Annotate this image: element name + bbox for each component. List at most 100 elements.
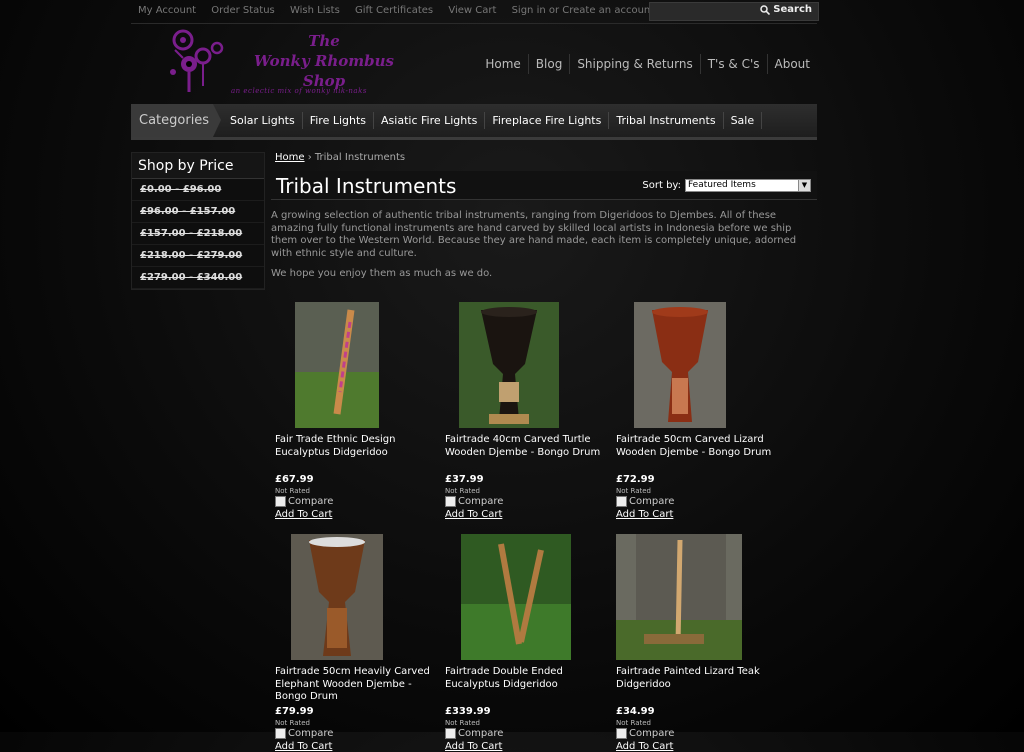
add-to-cart-link[interactable]: Add To Cart <box>445 509 610 520</box>
category-fire-lights[interactable]: Fire Lights <box>303 112 375 129</box>
view-cart-link[interactable]: View Cart <box>448 5 496 16</box>
nav-terms[interactable]: T's & C's <box>699 54 767 74</box>
main-content: Home › Tribal Instruments Tribal Instrum… <box>271 152 817 752</box>
didgeridoo-image <box>616 534 742 660</box>
logo-line-2: Wonky Rhombus <box>254 52 394 70</box>
category-list: Solar Lights Fire Lights Asiatic Fire Li… <box>223 112 763 129</box>
compare-label: Compare <box>458 728 504 739</box>
product-price: £67.99 <box>275 474 314 485</box>
breadcrumb-home[interactable]: Home <box>275 152 305 163</box>
gift-certificates-link[interactable]: Gift Certificates <box>355 5 433 16</box>
compare-checkbox[interactable]: Compare <box>616 728 781 739</box>
djembe-image <box>291 534 383 660</box>
checkbox-box[interactable] <box>445 728 456 739</box>
add-to-cart-link[interactable]: Add To Cart <box>616 741 781 752</box>
djembe-image <box>459 302 559 428</box>
checkbox-box[interactable] <box>275 728 286 739</box>
product-name[interactable]: Fairtrade 50cm Carved Lizard Wooden Djem… <box>616 434 781 472</box>
sign-in-link[interactable]: Sign in or Create an account <box>512 5 655 16</box>
my-account-link[interactable]: My Account <box>138 5 196 16</box>
product-price: £339.99 <box>445 706 491 717</box>
shop-by-price-sidebar: Shop by Price £0.00 - £96.00 £96.00 - £1… <box>131 152 265 290</box>
site-header: The Wonky Rhombus Shop an eclectic mix o… <box>131 24 817 105</box>
page-wrapper: My Account Order Status Wish Lists Gift … <box>131 0 819 752</box>
breadcrumb-separator: › <box>307 152 315 163</box>
category-asiatic-fire-lights[interactable]: Asiatic Fire Lights <box>374 112 486 129</box>
wish-lists-link[interactable]: Wish Lists <box>290 5 340 16</box>
product-rating: Not Rated <box>275 487 310 495</box>
nav-blog[interactable]: Blog <box>527 54 570 74</box>
checkbox-box[interactable] <box>616 496 627 507</box>
product-price: £79.99 <box>275 706 314 717</box>
djembe-image <box>634 302 726 428</box>
logo-line-1: The <box>308 32 340 50</box>
logo-swirl-icon <box>170 29 224 92</box>
product-card: Fairtrade 50cm Heavily Carved Elephant W… <box>275 534 440 752</box>
add-to-cart-link[interactable]: Add To Cart <box>616 509 781 520</box>
product-image[interactable] <box>634 302 726 428</box>
compare-checkbox[interactable]: Compare <box>275 496 440 507</box>
product-rating: Not Rated <box>445 719 480 727</box>
category-tribal-instruments[interactable]: Tribal Instruments <box>609 112 724 129</box>
product-card: Fairtrade 50cm Carved Lizard Wooden Djem… <box>616 302 781 520</box>
product-price: £72.99 <box>616 474 655 485</box>
product-image[interactable] <box>291 534 383 660</box>
sort-label: Sort by: <box>642 180 681 191</box>
category-solar-lights[interactable]: Solar Lights <box>223 112 303 129</box>
checkbox-box[interactable] <box>275 496 286 507</box>
add-to-cart-link[interactable]: Add To Cart <box>445 741 610 752</box>
sort-select[interactable]: Featured Items <box>685 179 811 192</box>
product-name[interactable]: Fairtrade Painted Lizard Teak Didgeridoo <box>616 666 781 704</box>
checkbox-box[interactable] <box>616 728 627 739</box>
compare-label: Compare <box>629 728 675 739</box>
product-image[interactable] <box>459 302 559 428</box>
price-range-link[interactable]: £157.00 - £218.00 <box>132 223 264 245</box>
main-nav: Home Blog Shipping & Returns T's & C's A… <box>478 54 817 74</box>
didgeridoo-image <box>461 534 571 660</box>
nav-about[interactable]: About <box>766 54 817 74</box>
add-to-cart-link[interactable]: Add To Cart <box>275 509 440 520</box>
product-image[interactable] <box>461 534 571 660</box>
search-box: Search <box>649 2 819 21</box>
search-button[interactable]: Search <box>760 4 812 15</box>
top-bar: My Account Order Status Wish Lists Gift … <box>131 0 819 24</box>
add-to-cart-link[interactable]: Add To Cart <box>275 741 440 752</box>
description-paragraph: A growing selection of authentic tribal … <box>271 210 797 259</box>
sort-control: Sort by: Featured Items <box>642 179 811 192</box>
product-price: £37.99 <box>445 474 484 485</box>
categories-label: Categories <box>131 104 221 137</box>
compare-checkbox[interactable]: Compare <box>445 496 610 507</box>
compare-label: Compare <box>288 496 334 507</box>
price-range-link[interactable]: £0.00 - £96.00 <box>132 179 264 201</box>
logo-tagline: an eclectic mix of wonky nik-naks <box>231 87 367 95</box>
compare-label: Compare <box>629 496 675 507</box>
product-card: Fair Trade Ethnic Design Eucalyptus Didg… <box>275 302 440 520</box>
product-rating: Not Rated <box>445 487 480 495</box>
page-title: Tribal Instruments <box>276 174 457 198</box>
product-rating: Not Rated <box>616 719 651 727</box>
product-name[interactable]: Fairtrade Double Ended Eucalyptus Didger… <box>445 666 610 704</box>
site-logo[interactable]: The Wonky Rhombus Shop an eclectic mix o… <box>165 26 415 100</box>
order-status-link[interactable]: Order Status <box>211 5 274 16</box>
product-image[interactable] <box>295 302 379 428</box>
category-header: Tribal Instruments Sort by: Featured Ite… <box>271 171 817 200</box>
compare-checkbox[interactable]: Compare <box>275 728 440 739</box>
price-range-link[interactable]: £218.00 - £279.00 <box>132 245 264 267</box>
search-icon <box>760 4 771 15</box>
price-range-link[interactable]: £279.00 - £340.00 <box>132 267 264 289</box>
product-card: Fairtrade Painted Lizard Teak Didgeridoo… <box>616 534 781 752</box>
compare-checkbox[interactable]: Compare <box>616 496 781 507</box>
didgeridoo-image <box>295 302 379 428</box>
price-range-link[interactable]: £96.00 - £157.00 <box>132 201 264 223</box>
nav-home[interactable]: Home <box>478 54 527 74</box>
category-sale[interactable]: Sale <box>724 112 763 129</box>
category-fireplace-fire-lights[interactable]: Fireplace Fire Lights <box>485 112 610 129</box>
search-input[interactable] <box>652 4 766 19</box>
nav-shipping-returns[interactable]: Shipping & Returns <box>569 54 699 74</box>
checkbox-box[interactable] <box>445 496 456 507</box>
product-name[interactable]: Fairtrade 40cm Carved Turtle Wooden Djem… <box>445 434 610 472</box>
compare-checkbox[interactable]: Compare <box>445 728 610 739</box>
product-name[interactable]: Fair Trade Ethnic Design Eucalyptus Didg… <box>275 434 440 472</box>
product-image[interactable] <box>616 534 742 660</box>
product-name[interactable]: Fairtrade 50cm Heavily Carved Elephant W… <box>275 666 440 704</box>
